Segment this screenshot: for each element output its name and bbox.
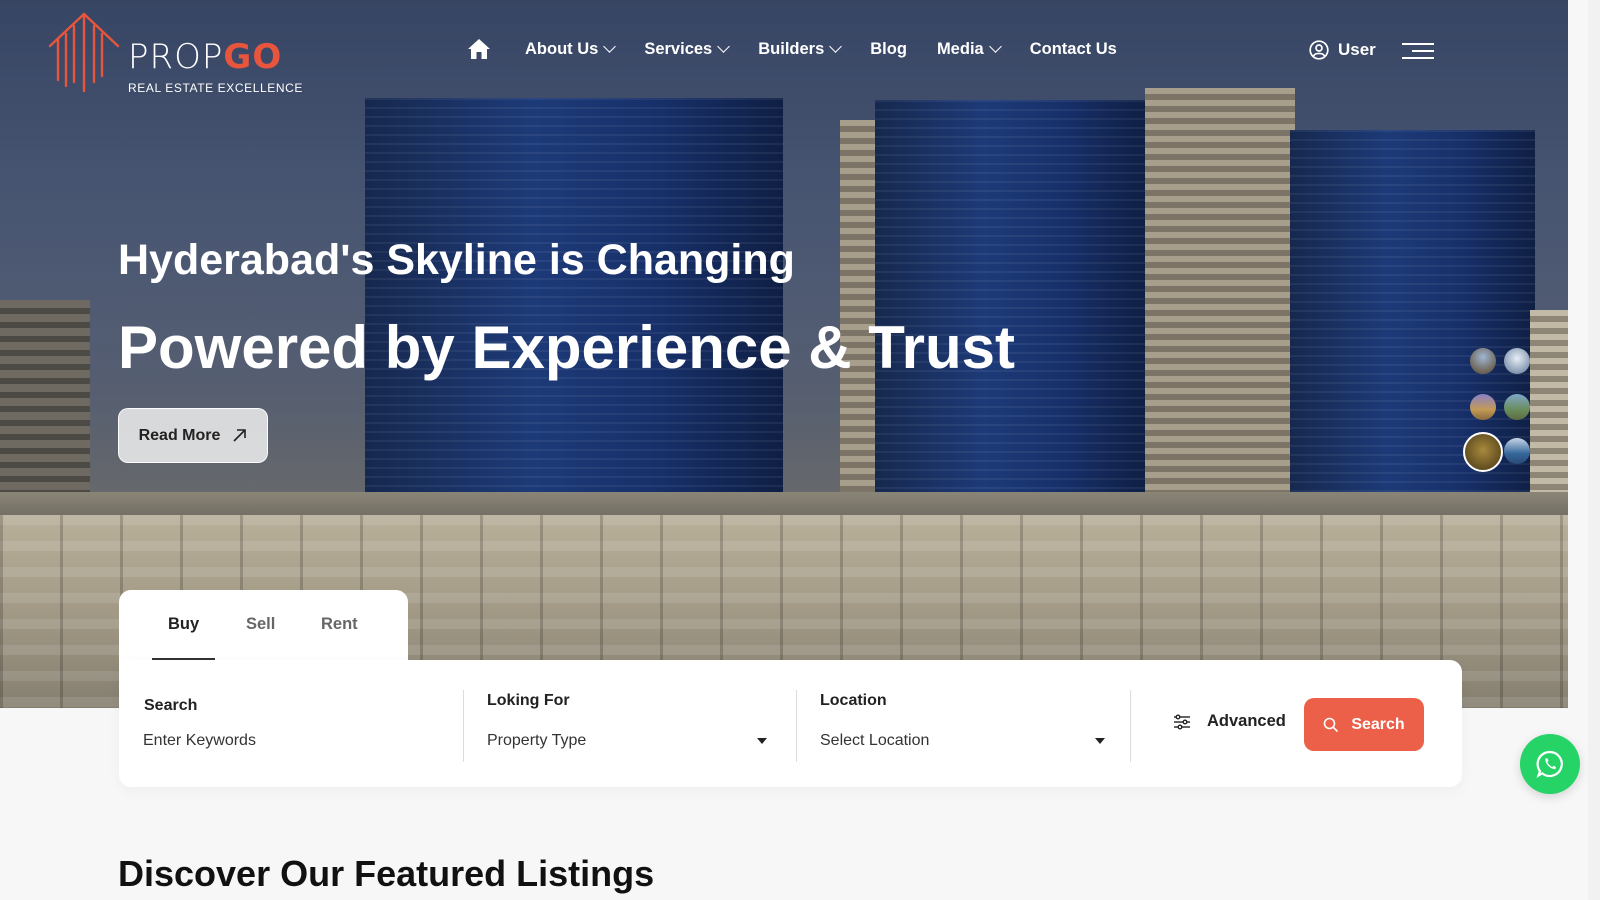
chevron-down-icon (988, 40, 1002, 53)
property-search-form: Search Enter Keywords Loking For Propert… (119, 660, 1462, 787)
search-button[interactable]: Search (1304, 698, 1424, 751)
read-more-label: Read More (138, 426, 221, 444)
location-select[interactable]: Select Location (820, 732, 929, 750)
brand-name: PROPGO (128, 37, 283, 77)
user-circle-icon (1309, 40, 1329, 60)
sliders-icon (1174, 714, 1190, 729)
arrow-up-right-icon (233, 429, 247, 442)
nav-item-contact-us[interactable]: Contact Us (1030, 40, 1117, 59)
hamburger-menu-icon[interactable] (1402, 43, 1434, 59)
advanced-label: Advanced (1207, 712, 1286, 730)
tab-sell[interactable]: Sell (246, 615, 275, 634)
brand-logo[interactable]: PROPGO REAL ESTATE EXCELLENCE (48, 10, 302, 95)
hero-headline: Powered by Experience & Trust (118, 314, 1015, 381)
hero-background-building (1530, 310, 1568, 510)
caret-down-icon (1095, 738, 1105, 744)
chevron-down-icon (717, 40, 731, 53)
home-icon[interactable] (466, 36, 492, 62)
hero-subheadline: Hyderabad's Skyline is Changing (118, 236, 795, 284)
property-type-select[interactable]: Property Type (487, 732, 586, 750)
looking-for-label: Loking For (487, 692, 570, 709)
tab-buy[interactable]: Buy (168, 615, 199, 634)
chevron-down-icon (603, 40, 617, 53)
location-label: Location (820, 692, 887, 709)
chevron-down-icon (829, 40, 843, 53)
hero-background-building (1145, 88, 1295, 518)
field-divider (796, 690, 797, 762)
search-button-label: Search (1351, 715, 1405, 733)
whatsapp-icon (1536, 750, 1563, 778)
field-divider (1130, 690, 1131, 762)
slide-thumbnail[interactable] (1470, 348, 1496, 374)
read-more-button[interactable]: Read More (118, 408, 268, 463)
slide-thumbnail-active[interactable] (1463, 432, 1503, 472)
page-scrollbar[interactable] (1588, 0, 1600, 900)
slide-thumbnail[interactable] (1504, 348, 1530, 374)
advanced-filters-button[interactable]: Advanced (1173, 712, 1286, 731)
featured-listings-title: Discover Our Featured Listings (118, 853, 655, 894)
nav-item-about-us[interactable]: About Us (525, 40, 617, 59)
tab-rent[interactable]: Rent (321, 615, 358, 634)
search-label: Search (144, 697, 198, 714)
user-label: User (1338, 40, 1376, 59)
brand-tagline: REAL ESTATE EXCELLENCE (128, 81, 304, 95)
keyword-search-input[interactable]: Enter Keywords (143, 732, 256, 750)
hero-background-tower (875, 100, 1145, 520)
search-icon (1324, 717, 1339, 732)
nav-item-services[interactable]: Services (644, 40, 731, 59)
hero-slide-thumbnails (1463, 348, 1532, 472)
slide-thumbnail[interactable] (1504, 438, 1530, 464)
field-divider (463, 690, 464, 762)
whatsapp-button[interactable] (1520, 734, 1580, 794)
main-nav: About Us Services Builders Blog Media Co… (466, 36, 1147, 62)
nav-item-media[interactable]: Media (937, 40, 1002, 59)
logo-house-icon (48, 12, 120, 92)
slide-thumbnail[interactable] (1504, 394, 1530, 420)
listing-type-tabs: Buy Sell Rent (119, 590, 408, 662)
slide-thumbnail[interactable] (1470, 394, 1496, 420)
nav-item-builders[interactable]: Builders (758, 40, 843, 59)
caret-down-icon (757, 738, 767, 744)
user-account-link[interactable]: User (1309, 40, 1376, 60)
hero-background-building (0, 300, 90, 520)
nav-item-blog[interactable]: Blog (870, 40, 907, 59)
